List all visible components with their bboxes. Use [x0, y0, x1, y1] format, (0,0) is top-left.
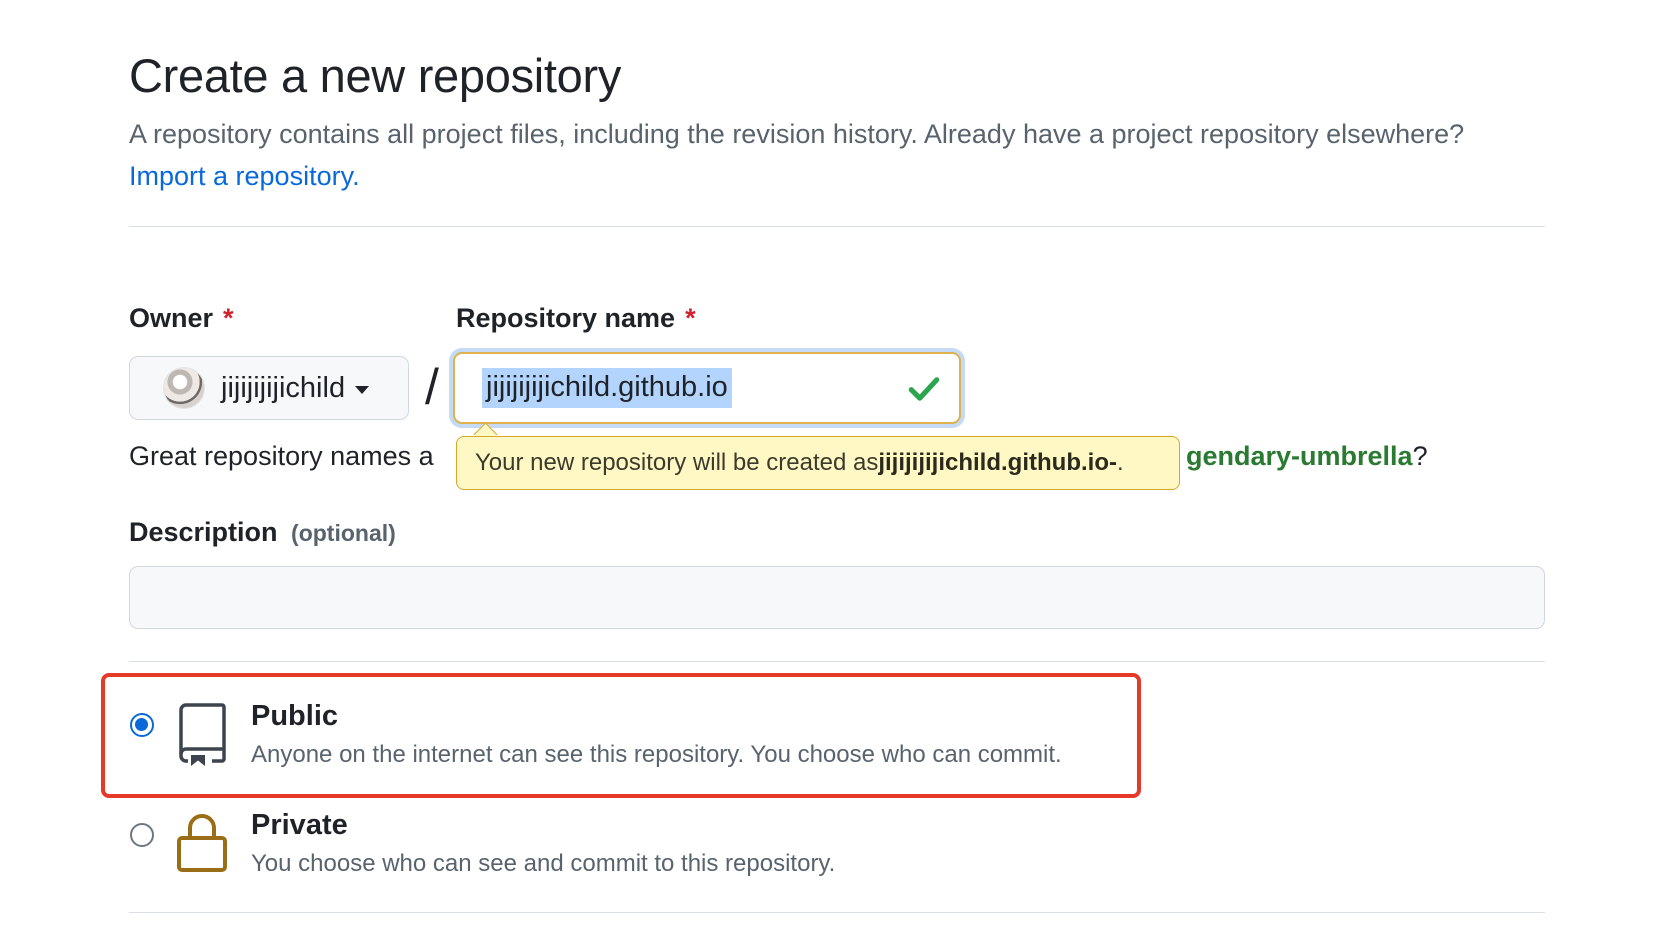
- description-label: Description (optional): [129, 517, 396, 548]
- lock-icon: [177, 814, 227, 872]
- suggested-name-link[interactable]: gendary-umbrella: [1186, 441, 1413, 471]
- owner-label-text: Owner: [129, 303, 214, 333]
- page-title: Create a new repository: [129, 49, 622, 102]
- avatar: [163, 367, 205, 409]
- public-option-title: Public: [251, 700, 339, 732]
- repo-name-label: Repository name *: [456, 303, 696, 334]
- page-subtitle: A repository contains all project files,…: [129, 113, 1529, 197]
- private-option-title: Private: [251, 809, 348, 841]
- repo-name-tooltip: Your new repository will be created as j…: [456, 436, 1180, 490]
- import-repository-link[interactable]: Import a repository.: [129, 161, 360, 191]
- required-mark: *: [685, 303, 696, 333]
- highlight-annotation-box: [101, 673, 1141, 798]
- owner-name: jijijijijichild: [221, 371, 346, 404]
- hint-prefix: Great repository names a: [129, 441, 434, 471]
- create-repository-page: Create a new repository A repository con…: [0, 0, 1654, 936]
- private-radio[interactable]: [130, 823, 154, 847]
- repo-icon: [179, 703, 226, 766]
- optional-tag: (optional): [291, 520, 396, 546]
- divider: [129, 661, 1545, 662]
- owner-dropdown[interactable]: jijijijijichild: [129, 356, 409, 420]
- tooltip-prefix: Your new repository will be created as: [475, 449, 879, 476]
- required-mark: *: [223, 303, 234, 333]
- public-radio[interactable]: [130, 713, 154, 737]
- repo-name-input[interactable]: jijijijijichild.github.io: [453, 352, 961, 424]
- chevron-down-icon: [355, 386, 370, 394]
- hint-suffix: ?: [1412, 441, 1428, 471]
- divider: [129, 226, 1545, 227]
- tooltip-repo-name: jijijijijichild.github.io-: [878, 449, 1117, 476]
- check-icon: [908, 377, 940, 401]
- repo-name-suggestion: gendary-umbrella?: [1186, 441, 1428, 472]
- public-option-description: Anyone on the internet can see this repo…: [251, 741, 1062, 768]
- subtitle-text: A repository contains all project files,…: [129, 119, 1465, 149]
- repo-name-hint: Great repository names a: [129, 441, 434, 472]
- owner-repo-separator: /: [425, 359, 439, 415]
- tooltip-suffix: .: [1116, 449, 1124, 476]
- description-input[interactable]: [129, 566, 1545, 629]
- repo-name-label-text: Repository name: [456, 303, 676, 333]
- description-label-text: Description: [129, 517, 278, 547]
- divider: [129, 912, 1545, 913]
- repo-name-value: jijijijijichild.github.io: [482, 368, 732, 408]
- private-option-description: You choose who can see and commit to thi…: [251, 850, 836, 877]
- owner-label: Owner *: [129, 303, 234, 334]
